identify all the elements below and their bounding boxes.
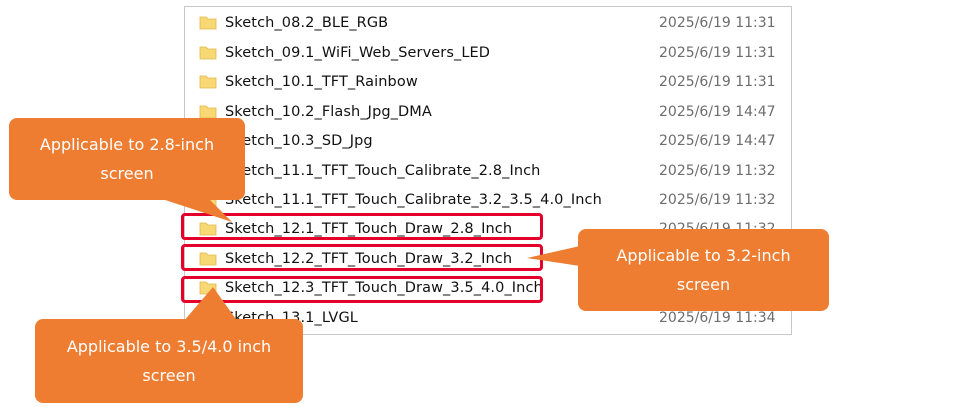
callout-text: Applicable to 3.2-inch [616,246,791,265]
callout-text: Applicable to 2.8-inch [39,135,215,154]
callout-3.2-inch: Applicable to 3.2-inch screen [578,229,829,311]
callout-pointer-3.2 [527,246,580,266]
callout-text: screen [100,164,154,183]
callout-text: screen [676,275,731,294]
callout-text: screen [142,366,196,385]
callout-2.8-inch: Applicable to 2.8-inch screen [9,118,245,200]
callout-3.5-4.0-inch: Applicable to 3.5/4.0 inch screen [35,319,303,403]
callout-pointer-3.5-4.0 [183,287,238,322]
callout-text: Applicable to 3.5/4.0 inch [66,337,272,356]
